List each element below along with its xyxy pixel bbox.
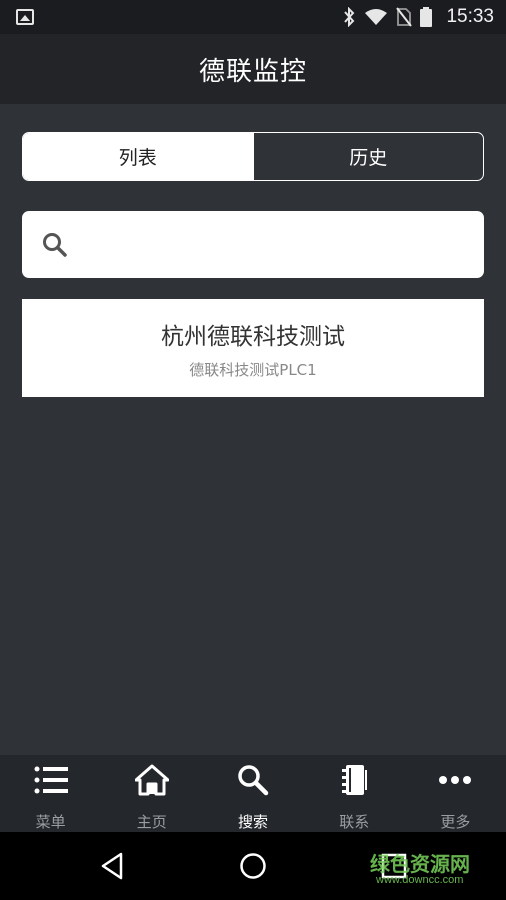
home-icon (134, 764, 169, 796)
home-button[interactable] (213, 832, 293, 900)
tab-history[interactable]: 历史 (252, 133, 484, 180)
nav-label-more: 更多 (440, 813, 471, 831)
device-subtitle: 德联科技测试PLC1 (189, 360, 317, 379)
nav-item-menu[interactable]: 菜单 (0, 755, 101, 832)
home-circle-icon (240, 853, 266, 879)
more-dots-icon (439, 776, 472, 784)
nav-item-more[interactable]: 更多 (405, 755, 506, 832)
nav-label-search: 搜索 (238, 813, 269, 831)
recents-square-icon (381, 853, 407, 879)
contact-book-icon (342, 765, 368, 795)
device-name: 杭州德联科技测试 (161, 323, 345, 350)
search-icon (43, 233, 67, 257)
menu-list-icon (34, 766, 68, 794)
view-toggle: 列表 历史 (22, 132, 484, 181)
no-sim-icon (396, 7, 413, 27)
search-icon (238, 765, 269, 796)
nav-item-search[interactable]: 搜索 (202, 755, 303, 832)
device-card[interactable]: 杭州德联科技测试 德联科技测试PLC1 (22, 299, 484, 397)
recents-button[interactable] (354, 832, 434, 900)
page-title: 德联监控 (198, 56, 307, 87)
nav-item-home[interactable]: 主页 (101, 755, 202, 832)
back-triangle-icon (101, 852, 123, 880)
status-bar: 15:33 (0, 0, 506, 34)
nav-label-menu: 菜单 (35, 813, 66, 831)
system-nav-bar (0, 832, 506, 900)
app-header: 德联监控 (0, 34, 506, 104)
search-box[interactable] (22, 211, 484, 278)
wifi-icon (365, 9, 388, 25)
status-time: 15:33 (446, 6, 494, 27)
search-input[interactable] (94, 225, 474, 265)
bluetooth-icon (344, 7, 355, 27)
bottom-nav: 菜单 主页 搜索 联系 更多 (0, 755, 506, 832)
nav-item-contact[interactable]: 联系 (304, 755, 405, 832)
nav-label-home: 主页 (136, 813, 167, 831)
tab-list[interactable]: 列表 (23, 133, 253, 180)
image-icon (16, 9, 34, 25)
status-icons: 15:33 (342, 0, 494, 34)
battery-icon (420, 7, 433, 27)
back-button[interactable] (72, 832, 152, 900)
nav-label-contact: 联系 (339, 813, 370, 831)
